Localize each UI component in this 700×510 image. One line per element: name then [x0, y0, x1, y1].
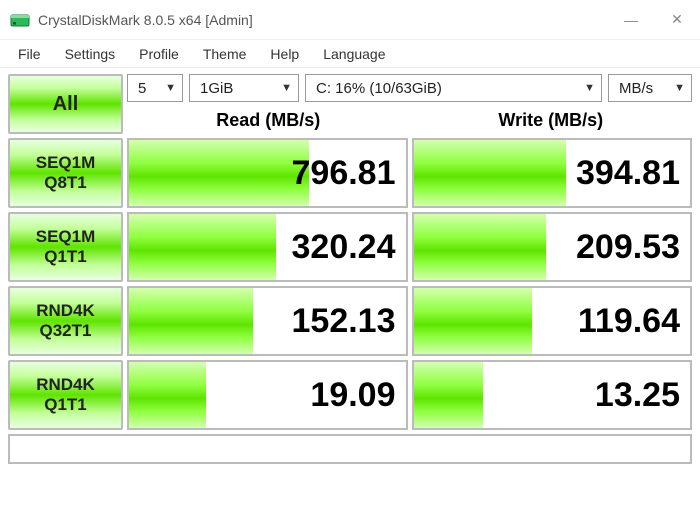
app-icon	[10, 10, 30, 30]
menu-profile[interactable]: Profile	[127, 42, 191, 66]
read-value: 796.81	[292, 154, 396, 193]
read-fill-bar	[129, 214, 276, 280]
read-fill-bar	[129, 362, 206, 428]
size-value: 1GiB	[200, 80, 233, 97]
chevron-down-icon: ▼	[281, 82, 292, 94]
test-row: RND4K Q32T1 152.13 119.64	[8, 286, 692, 356]
read-value-cell: 19.09	[127, 360, 408, 430]
write-value: 119.64	[578, 302, 680, 341]
test-button-seq1m-q8t1[interactable]: SEQ1M Q8T1	[8, 138, 123, 208]
window-title: CrystalDiskMark 8.0.5 x64 [Admin]	[38, 12, 608, 28]
close-button[interactable]: ✕	[654, 0, 700, 40]
write-fill-bar	[414, 214, 547, 280]
column-headers: Read (MB/s) Write (MB/s)	[127, 106, 692, 134]
unit-value: MB/s	[619, 80, 653, 97]
read-header: Read (MB/s)	[127, 106, 410, 134]
write-value-cell: 209.53	[412, 212, 693, 282]
write-value-cell: 119.64	[412, 286, 693, 356]
controls-row: All 5 ▼ 1GiB ▼ C: 16% (10/63GiB) ▼ MB/s …	[8, 74, 692, 134]
controls-stack: 5 ▼ 1GiB ▼ C: 16% (10/63GiB) ▼ MB/s ▼ Re…	[127, 74, 692, 134]
title-bar: CrystalDiskMark 8.0.5 x64 [Admin] — ✕	[0, 0, 700, 40]
test-row: SEQ1M Q1T1 320.24 209.53	[8, 212, 692, 282]
test-name-line2: Q1T1	[44, 247, 87, 267]
test-row: SEQ1M Q8T1 796.81 394.81	[8, 138, 692, 208]
write-value-cell: 394.81	[412, 138, 693, 208]
test-button-rnd4k-q32t1[interactable]: RND4K Q32T1	[8, 286, 123, 356]
test-name-line1: RND4K	[36, 375, 95, 395]
read-value: 152.13	[292, 302, 396, 341]
test-name-line2: Q1T1	[44, 395, 87, 415]
write-value: 13.25	[595, 376, 680, 415]
write-fill-bar	[414, 288, 533, 354]
test-name-line1: SEQ1M	[36, 153, 96, 173]
tests-grid: SEQ1M Q8T1 796.81 394.81 SEQ1M Q1T1 320.…	[8, 138, 692, 430]
menu-language[interactable]: Language	[311, 42, 397, 66]
write-fill-bar	[414, 362, 483, 428]
drive-select[interactable]: C: 16% (10/63GiB) ▼	[305, 74, 602, 102]
runs-value: 5	[138, 80, 146, 97]
read-value: 320.24	[292, 228, 396, 267]
window-controls: — ✕	[608, 0, 700, 40]
test-name-line1: RND4K	[36, 301, 95, 321]
write-header: Write (MB/s)	[410, 106, 693, 134]
test-name-line1: SEQ1M	[36, 227, 96, 247]
chevron-down-icon: ▼	[165, 82, 176, 94]
read-fill-bar	[129, 140, 309, 206]
read-value: 19.09	[310, 376, 395, 415]
read-value-cell: 796.81	[127, 138, 408, 208]
menu-settings[interactable]: Settings	[53, 42, 128, 66]
menu-theme[interactable]: Theme	[191, 42, 259, 66]
test-button-seq1m-q1t1[interactable]: SEQ1M Q1T1	[8, 212, 123, 282]
status-bar	[8, 434, 692, 464]
test-row: RND4K Q1T1 19.09 13.25	[8, 360, 692, 430]
size-select[interactable]: 1GiB ▼	[189, 74, 299, 102]
runs-select[interactable]: 5 ▼	[127, 74, 183, 102]
test-button-rnd4k-q1t1[interactable]: RND4K Q1T1	[8, 360, 123, 430]
read-fill-bar	[129, 288, 253, 354]
test-name-line2: Q8T1	[44, 173, 87, 193]
unit-select[interactable]: MB/s ▼	[608, 74, 692, 102]
selects-row: 5 ▼ 1GiB ▼ C: 16% (10/63GiB) ▼ MB/s ▼	[127, 74, 692, 102]
read-value-cell: 320.24	[127, 212, 408, 282]
write-value: 209.53	[576, 228, 680, 267]
write-fill-bar	[414, 140, 566, 206]
read-value-cell: 152.13	[127, 286, 408, 356]
write-value-cell: 13.25	[412, 360, 693, 430]
chevron-down-icon: ▼	[674, 82, 685, 94]
work-area: All 5 ▼ 1GiB ▼ C: 16% (10/63GiB) ▼ MB/s …	[0, 68, 700, 472]
drive-value: C: 16% (10/63GiB)	[316, 80, 442, 97]
menu-bar: File Settings Profile Theme Help Languag…	[0, 40, 700, 68]
write-value: 394.81	[576, 154, 680, 193]
minimize-button[interactable]: —	[608, 0, 654, 40]
chevron-down-icon: ▼	[584, 82, 595, 94]
test-name-line2: Q32T1	[40, 321, 92, 341]
menu-help[interactable]: Help	[258, 42, 311, 66]
menu-file[interactable]: File	[6, 42, 53, 66]
run-all-button[interactable]: All	[8, 74, 123, 134]
